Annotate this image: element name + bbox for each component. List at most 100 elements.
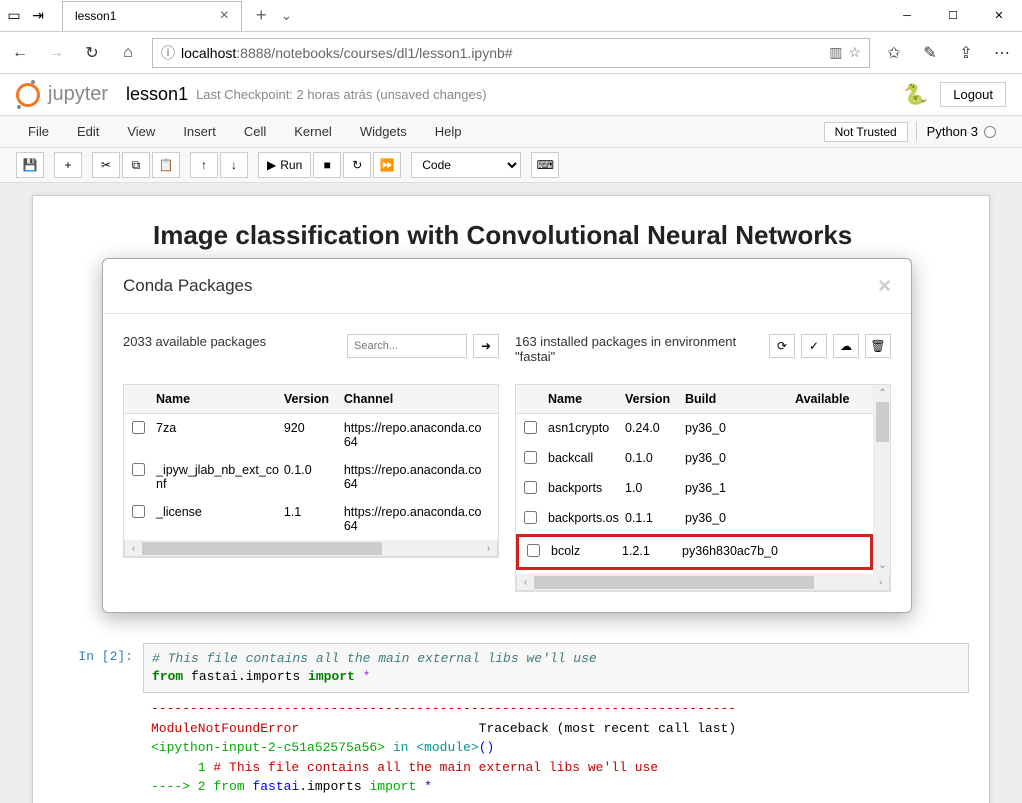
search-input[interactable] bbox=[347, 334, 467, 358]
cut-button[interactable]: ✂ bbox=[92, 152, 120, 178]
pkg-build: py36_0 bbox=[685, 421, 795, 435]
row-checkbox[interactable] bbox=[132, 463, 145, 476]
tab-aside-icon[interactable]: ⇥ bbox=[30, 8, 46, 24]
add-cell-button[interactable]: + bbox=[54, 152, 82, 178]
pkg-version: 0.1.0 bbox=[625, 451, 685, 465]
tab-close-icon[interactable]: × bbox=[220, 7, 229, 25]
stop-button[interactable]: ■ bbox=[313, 152, 341, 178]
row-checkbox[interactable] bbox=[132, 505, 145, 518]
table-row[interactable]: _license 1.1 https://repo.anaconda.co 64 bbox=[124, 498, 498, 540]
refresh-button[interactable]: ↻ bbox=[80, 41, 104, 65]
installed-count: 163 installed packages in environment "f… bbox=[515, 334, 763, 364]
menubar: File Edit View Insert Cell Kernel Widget… bbox=[0, 116, 1022, 148]
logout-button[interactable]: Logout bbox=[940, 82, 1006, 107]
url-text: localhost:8888/notebooks/courses/dl1/les… bbox=[181, 45, 823, 61]
notes-icon[interactable]: ✎ bbox=[918, 43, 942, 63]
pkg-build: py36_0 bbox=[685, 451, 795, 465]
table-row[interactable]: _ipyw_jlab_nb_ext_conf 0.1.0 https://rep… bbox=[124, 456, 498, 498]
col-name[interactable]: Name bbox=[156, 392, 284, 406]
close-button[interactable]: ✕ bbox=[976, 0, 1022, 32]
col-name[interactable]: Name bbox=[548, 392, 625, 406]
modal-title: Conda Packages bbox=[123, 276, 252, 296]
install-button[interactable]: ➜ bbox=[473, 334, 499, 358]
run-button[interactable]: ▶ Run bbox=[258, 152, 311, 178]
trust-button[interactable]: Not Trusted bbox=[824, 122, 908, 142]
col-available[interactable]: Available bbox=[795, 392, 865, 406]
url-input[interactable]: ⓘ localhost:8888/notebooks/courses/dl1/l… bbox=[152, 38, 870, 68]
row-checkbox[interactable] bbox=[524, 511, 537, 524]
pkg-name: asn1crypto bbox=[548, 421, 625, 435]
save-button[interactable]: 💾 bbox=[16, 152, 44, 178]
col-build[interactable]: Build bbox=[685, 392, 795, 406]
col-channel[interactable]: Channel bbox=[344, 392, 490, 406]
favorite-icon[interactable]: ☆ bbox=[848, 44, 861, 61]
modal-close-icon[interactable]: × bbox=[878, 273, 891, 299]
row-checkbox[interactable] bbox=[527, 544, 540, 557]
menu-widgets[interactable]: Widgets bbox=[348, 120, 419, 143]
minimize-button[interactable]: ─ bbox=[884, 0, 930, 32]
cell-type-select[interactable]: Code bbox=[411, 152, 521, 178]
pkg-name: bcolz bbox=[551, 544, 622, 558]
table-row[interactable]: asn1crypto 0.24.0 py36_0 bbox=[516, 414, 873, 444]
jupyter-logo[interactable]: jupyter bbox=[16, 83, 108, 107]
move-down-button[interactable]: ↓ bbox=[220, 152, 248, 178]
reader-icon[interactable]: ▥ bbox=[829, 44, 842, 61]
menu-view[interactable]: View bbox=[115, 120, 167, 143]
input-prompt: In [2]: bbox=[33, 643, 143, 803]
info-icon[interactable]: ⓘ bbox=[161, 43, 175, 63]
menu-kernel[interactable]: Kernel bbox=[282, 120, 344, 143]
restart-button[interactable]: ↻ bbox=[343, 152, 371, 178]
copy-button[interactable]: ⧉ bbox=[122, 152, 150, 178]
table-row[interactable]: backports 1.0 py36_1 bbox=[516, 474, 873, 504]
col-version[interactable]: Version bbox=[625, 392, 685, 406]
fast-forward-button[interactable]: ⏩ bbox=[373, 152, 401, 178]
menu-insert[interactable]: Insert bbox=[171, 120, 228, 143]
forward-button[interactable]: → bbox=[44, 41, 68, 65]
row-checkbox[interactable] bbox=[132, 421, 145, 434]
col-version[interactable]: Version bbox=[284, 392, 344, 406]
hscrollbar[interactable]: ‹ › bbox=[124, 540, 498, 557]
menu-file[interactable]: File bbox=[16, 120, 61, 143]
markdown-cell[interactable]: Image classification with Convolutional … bbox=[33, 212, 989, 259]
browser-titlebar: ▭ ⇥ lesson1 × + ⌄ ─ ☐ ✕ bbox=[0, 0, 1022, 32]
hscrollbar[interactable]: ‹ › bbox=[516, 574, 890, 591]
table-row[interactable]: backports.os 0.1.1 py36_0 bbox=[516, 504, 873, 534]
remove-button[interactable]: 🗑 bbox=[865, 334, 891, 358]
row-checkbox[interactable] bbox=[524, 451, 537, 464]
menu-cell[interactable]: Cell bbox=[232, 120, 278, 143]
browser-tab[interactable]: lesson1 × bbox=[62, 1, 242, 31]
pkg-channel: https://repo.anaconda.co 64 bbox=[344, 463, 490, 491]
back-button[interactable]: ← bbox=[8, 41, 32, 65]
installed-table: Name Version Build Available asn1crypto … bbox=[515, 384, 891, 592]
share-icon[interactable]: ⇪ bbox=[954, 43, 978, 63]
update-button[interactable]: ☁ bbox=[833, 334, 859, 358]
checkpoint-text: Last Checkpoint: 2 horas atrás (unsaved … bbox=[196, 87, 487, 102]
notebook-name[interactable]: lesson1 bbox=[126, 84, 188, 105]
tabs-icon[interactable]: ▭ bbox=[6, 8, 22, 24]
table-row[interactable]: 7za 920 https://repo.anaconda.co 64 bbox=[124, 414, 498, 456]
refresh-pkg-button[interactable]: ⟳ bbox=[769, 334, 795, 358]
maximize-button[interactable]: ☐ bbox=[930, 0, 976, 32]
menu-help[interactable]: Help bbox=[423, 120, 474, 143]
table-row[interactable]: bcolz 1.2.1 py36h830ac7b_0 bbox=[516, 534, 873, 570]
new-tab-icon[interactable]: + bbox=[256, 5, 267, 26]
favorites-hub-icon[interactable]: ✩ bbox=[882, 43, 906, 63]
tab-chevron-icon[interactable]: ⌄ bbox=[281, 7, 293, 24]
code-cell[interactable]: In [2]: # This file contains all the mai… bbox=[33, 639, 989, 803]
command-palette-button[interactable]: ⌨ bbox=[531, 152, 559, 178]
vscrollbar[interactable]: ⌃ ⌄ bbox=[873, 385, 890, 574]
pkg-name: 7za bbox=[156, 421, 284, 435]
home-button[interactable]: ⌂ bbox=[116, 41, 140, 65]
move-up-button[interactable]: ↑ bbox=[190, 152, 218, 178]
table-row[interactable]: backcall 0.1.0 py36_0 bbox=[516, 444, 873, 474]
code-input[interactable]: # This file contains all the main extern… bbox=[143, 643, 969, 693]
row-checkbox[interactable] bbox=[524, 481, 537, 494]
row-checkbox[interactable] bbox=[524, 421, 537, 434]
pkg-version: 0.24.0 bbox=[625, 421, 685, 435]
paste-button[interactable]: 📋 bbox=[152, 152, 180, 178]
pkg-version: 1.1 bbox=[284, 505, 344, 519]
kernel-indicator[interactable]: Python 3 bbox=[916, 122, 1006, 141]
more-icon[interactable]: ⋯ bbox=[990, 43, 1014, 63]
check-updates-button[interactable]: ✓ bbox=[801, 334, 827, 358]
menu-edit[interactable]: Edit bbox=[65, 120, 111, 143]
